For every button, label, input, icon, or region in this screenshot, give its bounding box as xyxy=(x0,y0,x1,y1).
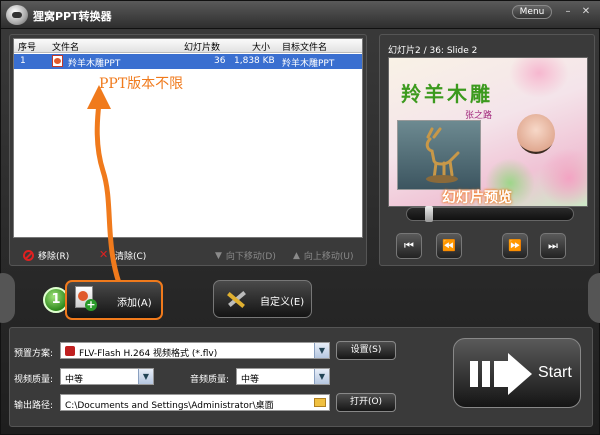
preset-select[interactable]: FLV-Flash H.264 视频格式 (*.flv) ▼ xyxy=(60,342,330,359)
menu-button[interactable]: Menu xyxy=(512,5,552,19)
audio-quality-label: 音频质量: xyxy=(190,375,230,385)
antelope-photo xyxy=(397,120,481,190)
app-logo-icon xyxy=(6,5,28,25)
file-list-panel: 序号 文件名 幻灯片数 大小 目标文件名 1 羚羊木雕PPT 36 1,838 … xyxy=(9,34,367,266)
remove-label: 移除(R) xyxy=(38,252,70,262)
seek-knob[interactable] xyxy=(425,206,433,222)
girl-illustration-icon xyxy=(517,114,555,154)
right-edge-knob xyxy=(588,273,600,323)
minimize-icon: – xyxy=(565,6,571,17)
minimize-button[interactable]: – xyxy=(561,6,575,19)
preset-label: 预置方案: xyxy=(14,349,54,359)
slide-preview: 羚羊木雕 张之路 xyxy=(388,57,588,207)
preset-value: FLV-Flash H.264 视频格式 (*.flv) xyxy=(79,349,218,359)
first-slide-button[interactable]: ⏮ xyxy=(396,233,422,259)
file-list-header: 序号 文件名 幻灯片数 大小 目标文件名 xyxy=(14,39,362,53)
add-button-label: 添加(A) xyxy=(117,298,152,309)
preset-settings-button[interactable]: 设置(S) xyxy=(336,341,396,360)
open-folder-button[interactable]: 打开(O) xyxy=(336,393,396,412)
preview-seek-bar[interactable] xyxy=(406,206,574,222)
col-header-target[interactable]: 目标文件名 xyxy=(282,40,327,53)
col-header-filename[interactable]: 文件名 xyxy=(52,40,79,53)
flower-decoration-icon xyxy=(509,58,569,98)
row-target: 羚羊木雕PPT xyxy=(282,59,335,69)
folder-icon[interactable] xyxy=(314,398,326,407)
move-up-label: 向上移动(U) xyxy=(303,252,354,262)
preview-annotation: 幻灯片预览 xyxy=(442,190,512,206)
flower-decoration-icon xyxy=(539,148,587,206)
arrow-up-icon: ▲ xyxy=(293,250,300,261)
custom-button[interactable]: 自定义(E) xyxy=(213,280,312,318)
custom-button-label: 自定义(E) xyxy=(260,297,305,308)
output-path-label: 输出路径: xyxy=(14,401,54,411)
list-action-bar: 移除(R) 清除(C) ▼ 向下移动(D) ▲ 向上移动(U) xyxy=(9,247,367,265)
col-header-slides[interactable]: 幻灯片数 xyxy=(184,40,220,53)
move-down-label: 向下移动(D) xyxy=(225,252,276,262)
slide-title: 羚羊木雕 xyxy=(401,82,493,106)
arrow-down-icon: ▼ xyxy=(215,250,222,261)
move-down-button[interactable]: ▼ 向下移动(D) xyxy=(215,249,276,263)
ppt-file-icon xyxy=(52,55,63,67)
chevron-down-icon[interactable]: ▼ xyxy=(314,343,329,358)
ppt-version-annotation: PPT版本不限 xyxy=(99,76,184,92)
skip-back-icon: ⏮ xyxy=(404,239,414,252)
close-icon: ✕ xyxy=(581,6,591,17)
start-arrow-icon xyxy=(470,353,532,395)
preview-panel: 幻灯片2 / 36: Slide 2 羚羊木雕 张之路 幻灯片预览 ⏮ ⏪ ⏩ … xyxy=(379,34,595,266)
next-slide-button[interactable]: ⏩ xyxy=(502,233,528,259)
tools-icon xyxy=(224,288,248,310)
row-slides: 36 xyxy=(214,56,226,66)
remove-button[interactable]: 移除(R) xyxy=(23,249,69,262)
fast-forward-icon: ⏩ xyxy=(508,239,522,252)
close-button[interactable]: ✕ xyxy=(579,6,593,19)
step-number: 1 xyxy=(51,292,61,307)
clear-icon xyxy=(99,248,111,261)
chevron-down-icon[interactable]: ▼ xyxy=(138,369,153,384)
preset-settings-label: 设置(S) xyxy=(350,345,382,355)
chevron-down-icon[interactable]: ▼ xyxy=(314,369,329,384)
video-quality-value: 中等 xyxy=(65,375,84,385)
col-header-size[interactable]: 大小 xyxy=(252,40,270,53)
left-edge-knob xyxy=(0,273,15,323)
flv-format-icon xyxy=(65,346,75,356)
rewind-icon: ⏪ xyxy=(442,239,456,252)
preview-header: 幻灯片2 / 36: Slide 2 xyxy=(388,46,478,56)
output-path-field[interactable]: C:\Documents and Settings\Administrator\… xyxy=(60,394,330,411)
antelope-carving-icon xyxy=(425,127,460,183)
title-bar: 狸窝PPT转换器 Menu – ✕ xyxy=(1,1,600,29)
output-path-value: C:\Documents and Settings\Administrator\… xyxy=(65,401,274,411)
move-up-button[interactable]: ▲ 向上移动(U) xyxy=(293,249,354,263)
col-header-index[interactable]: 序号 xyxy=(18,40,36,53)
row-filename: 羚羊木雕PPT xyxy=(68,59,121,69)
prev-slide-button[interactable]: ⏪ xyxy=(436,233,462,259)
clear-label: 清除(C) xyxy=(115,252,147,262)
app-window: 狸窝PPT转换器 Menu – ✕ 序号 文件名 幻灯片数 大小 目标文件名 1… xyxy=(0,0,600,435)
table-row[interactable]: 1 羚羊木雕PPT 36 1,838 KB 羚羊木雕PPT xyxy=(14,54,362,69)
start-label: Start xyxy=(538,364,572,381)
menu-button-label: Menu xyxy=(519,7,545,17)
video-quality-label: 视频质量: xyxy=(14,375,54,385)
row-index: 1 xyxy=(20,56,26,66)
open-folder-label: 打开(O) xyxy=(349,397,383,407)
plus-icon: + xyxy=(85,298,97,311)
row-size: 1,838 KB xyxy=(234,56,275,66)
file-list[interactable]: 序号 文件名 幻灯片数 大小 目标文件名 1 羚羊木雕PPT 36 1,838 … xyxy=(13,38,363,238)
clear-button[interactable]: 清除(C) xyxy=(99,248,147,263)
video-quality-select[interactable]: 中等 ▼ xyxy=(60,368,154,385)
add-button[interactable]: + 添加(A) xyxy=(65,280,163,320)
audio-quality-value: 中等 xyxy=(241,375,260,385)
skip-forward-icon: ⏭ xyxy=(548,239,558,252)
audio-quality-select[interactable]: 中等 ▼ xyxy=(236,368,330,385)
start-button[interactable]: Start xyxy=(453,338,581,408)
last-slide-button[interactable]: ⏭ xyxy=(540,233,566,259)
remove-icon xyxy=(23,250,34,261)
app-title: 狸窝PPT转换器 xyxy=(33,10,112,23)
